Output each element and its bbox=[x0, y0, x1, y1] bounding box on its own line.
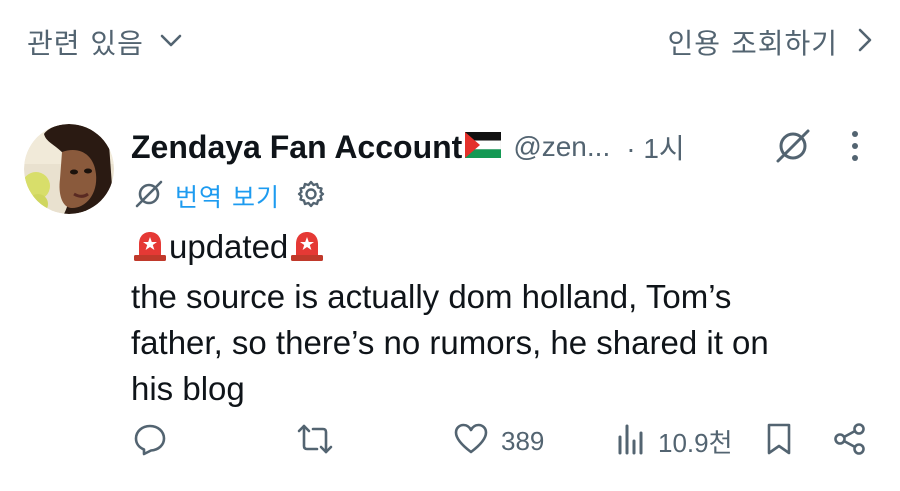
sort-dropdown[interactable]: 관련 있음 bbox=[27, 22, 182, 62]
chevron-right-icon bbox=[858, 28, 872, 56]
avatar[interactable] bbox=[24, 124, 114, 214]
chevron-down-icon bbox=[160, 33, 182, 52]
view-quotes-label: 인용 조회하기 bbox=[667, 27, 838, 60]
post-body: updated the source is actually dom holla… bbox=[131, 224, 861, 412]
display-name[interactable]: Zendaya Fan Account bbox=[131, 129, 462, 166]
repost-button[interactable] bbox=[296, 422, 334, 460]
body-line-1: updated bbox=[131, 224, 861, 274]
handle[interactable]: @zen... bbox=[513, 131, 610, 163]
reply-icon bbox=[133, 422, 167, 460]
like-button[interactable]: 389 bbox=[453, 422, 544, 460]
views-button[interactable]: 10.9천 bbox=[616, 422, 733, 460]
more-icon[interactable] bbox=[838, 127, 872, 169]
translate-row: 번역 보기 bbox=[133, 178, 326, 214]
share-icon bbox=[832, 422, 868, 460]
view-quotes-link[interactable]: 인용 조회하기 bbox=[668, 22, 872, 62]
grok-icon[interactable] bbox=[774, 127, 812, 169]
body-line-2: the source is actually dom holland, Tom’… bbox=[131, 278, 732, 315]
sort-label: 관련 있음 bbox=[27, 27, 144, 60]
like-icon bbox=[453, 422, 489, 460]
gear-icon[interactable] bbox=[296, 179, 326, 213]
translate-link[interactable]: 번역 보기 bbox=[175, 178, 280, 214]
timestamp[interactable]: · 1시 bbox=[626, 127, 684, 167]
action-bar: 389 10.9천 bbox=[0, 422, 900, 472]
bookmark-button[interactable] bbox=[764, 422, 794, 460]
translate-icon bbox=[133, 178, 165, 214]
reply-sort-bar: 관련 있음 인용 조회하기 bbox=[0, 0, 900, 92]
repost-icon bbox=[296, 422, 334, 460]
siren-icon bbox=[288, 228, 326, 274]
post-header: Zendaya Fan Account @zen... · 1시 bbox=[131, 125, 685, 169]
reply-button[interactable] bbox=[133, 422, 167, 460]
palestine-flag-icon bbox=[465, 132, 502, 162]
body-line-4: his blog bbox=[131, 370, 245, 407]
views-icon bbox=[616, 422, 646, 460]
body-updated-text: updated bbox=[169, 228, 289, 265]
bookmark-icon bbox=[764, 422, 794, 460]
siren-icon bbox=[131, 228, 169, 274]
like-count: 389 bbox=[501, 425, 545, 456]
share-button[interactable] bbox=[832, 422, 868, 460]
view-count: 10.9천 bbox=[658, 427, 733, 458]
body-line-3: father, so there’s no rumors, he shared … bbox=[131, 324, 769, 361]
